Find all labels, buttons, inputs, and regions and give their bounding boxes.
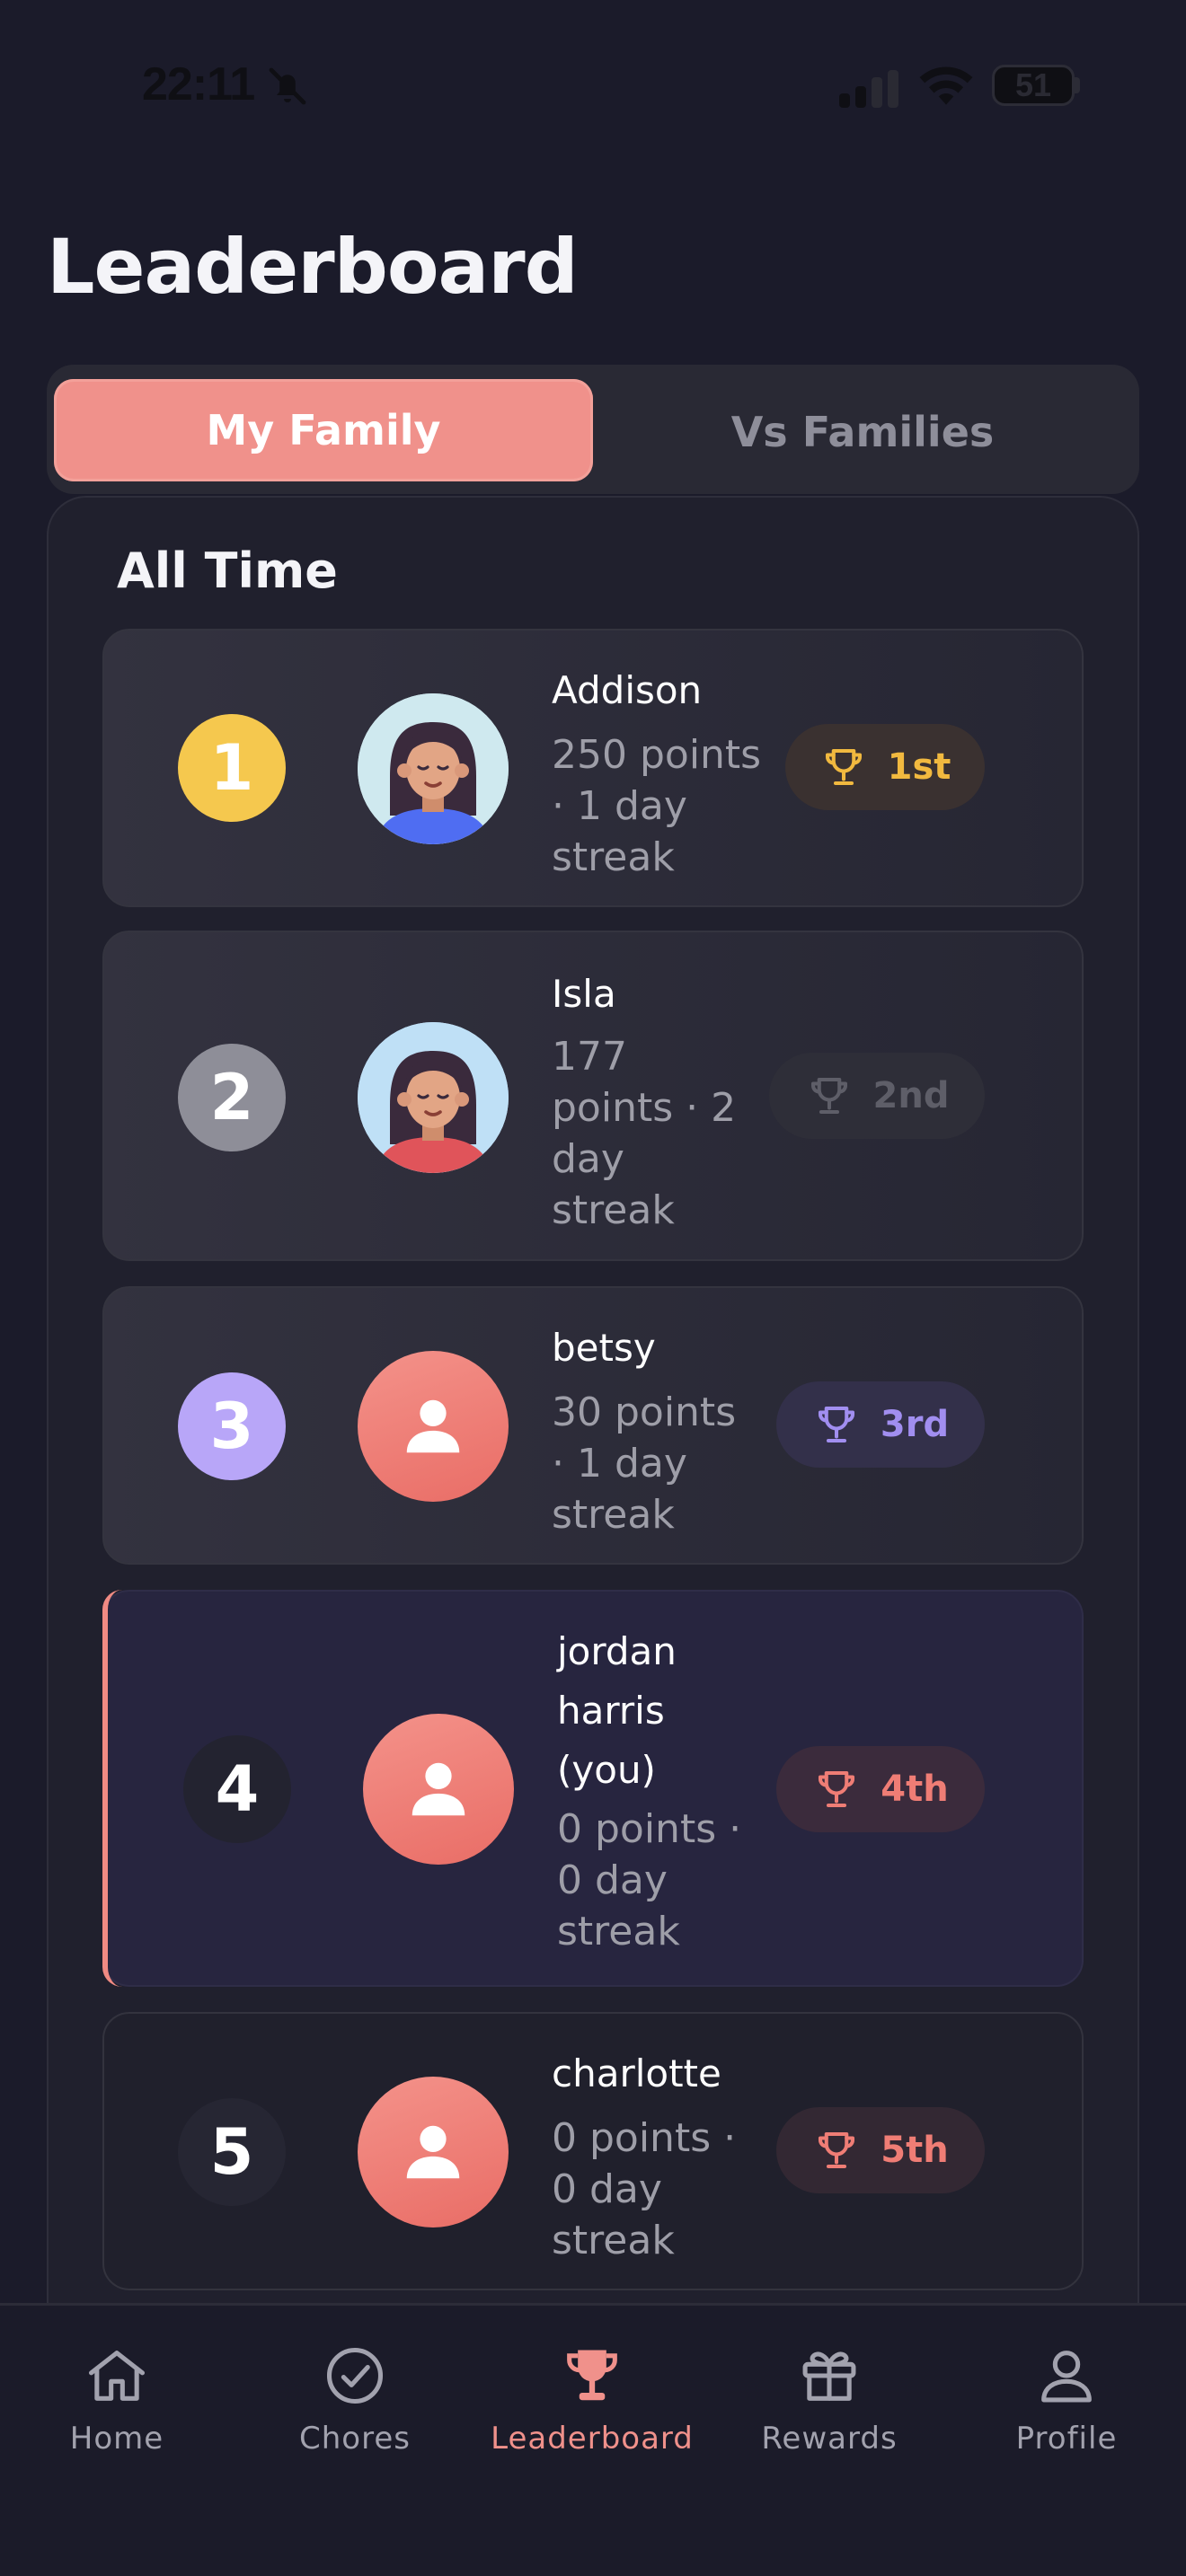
user-avatar-icon (358, 1351, 509, 1502)
tab-label: Chores (299, 2421, 411, 2457)
scope-segmented-control: My Family Vs Families (47, 365, 1139, 494)
wifi-icon (919, 66, 973, 105)
vs-families-tab[interactable]: Vs Families (593, 381, 1132, 483)
page-title: Leaderboard (47, 223, 579, 311)
user-avatar-icon (358, 2077, 509, 2228)
place-label: 1st (887, 746, 951, 788)
place-label: 5th (881, 2130, 949, 2171)
leaderboard-row[interactable]: 5 charlotte 0 points · 0 day streak 5th (102, 2012, 1084, 2290)
tab-label: Leaderboard (491, 2421, 694, 2457)
tab-label: Home (69, 2421, 164, 2457)
user-avatar-icon (363, 1714, 514, 1865)
current-user-accent (102, 1590, 122, 1987)
member-name: Addison (552, 668, 703, 712)
member-name: Isla (552, 972, 616, 1016)
leaderboard-row[interactable]: 3 betsy 30 points · 1 day streak 3rd (102, 1286, 1084, 1565)
trophy-icon (818, 1406, 854, 1443)
battery-cap (1075, 77, 1080, 93)
member-stats: 177 points · 2 day streak (552, 1034, 737, 1233)
girl-avatar-icon (358, 1022, 509, 1173)
bottom-tab-bar: Home Chores Leaderboard Rewards Profile (0, 2303, 1186, 2576)
place-label: 4th (881, 1769, 949, 1810)
tab-chores[interactable]: Chores (265, 2342, 445, 2476)
trophy-icon (810, 1077, 847, 1115)
member-name: charlotte (552, 2051, 721, 2095)
tab-profile[interactable]: Profile (977, 2342, 1156, 2476)
home-icon (88, 2351, 146, 2401)
status-bar: 22:11 51 (0, 0, 1186, 171)
tab-label: Profile (1015, 2421, 1118, 2457)
signal-icon (839, 70, 898, 108)
status-time: 22:11 (142, 58, 255, 110)
tab-rewards[interactable]: Rewards (739, 2342, 919, 2476)
check-circle-icon (326, 2347, 384, 2404)
member-name: betsy (552, 1326, 656, 1370)
place-label: 3rd (880, 1404, 950, 1445)
battery-icon: 51 (992, 65, 1075, 106)
member-stats: 250 points · 1 day streak (552, 732, 762, 880)
girl-avatar-icon (358, 693, 509, 844)
member-name: jordan harris (you) (557, 1629, 677, 1792)
place-badge: 3rd (776, 1381, 985, 1468)
section-title: All Time (117, 543, 338, 599)
my-family-tab[interactable]: My Family (54, 379, 593, 481)
tab-label: Rewards (761, 2421, 898, 2457)
rank-badge: 5 (178, 2098, 286, 2206)
gift-icon (802, 2351, 856, 2401)
tab-leaderboard[interactable]: Leaderboard (491, 2342, 693, 2476)
member-stats: 30 points · 1 day streak (552, 1389, 737, 1538)
rank-badge: 1 (178, 714, 286, 822)
place-label: 2nd (872, 1075, 950, 1116)
member-stats: 0 points · 0 day streak (552, 2115, 737, 2263)
trophy-icon (819, 2131, 855, 2169)
tab-home[interactable]: Home (27, 2342, 207, 2476)
bell-off-icon (269, 67, 306, 105)
trophy-icon (825, 748, 862, 786)
place-badge: 2nd (769, 1053, 985, 1139)
place-badge: 1st (785, 724, 985, 810)
leaderboard-row[interactable]: 2 Isla 177 points · 2 day streak 2nd (102, 931, 1084, 1261)
trophy-icon (567, 2350, 617, 2401)
place-badge: 5th (776, 2107, 985, 2193)
rank-badge: 3 (178, 1372, 286, 1480)
leaderboard-row[interactable]: 1 Addison 250 points · 1 day streak 1st (102, 629, 1084, 907)
member-stats: 0 points · 0 day streak (557, 1806, 742, 1954)
leaderboard-row-current-user[interactable]: 4 jordan harris (you) 0 points · 0 day s… (102, 1590, 1084, 1987)
rank-badge: 2 (178, 1044, 286, 1151)
person-icon (1041, 2351, 1092, 2403)
battery-level: 51 (1014, 66, 1052, 103)
trophy-icon (819, 1770, 855, 1808)
rank-badge: 4 (183, 1735, 291, 1843)
place-badge: 4th (776, 1746, 985, 1832)
